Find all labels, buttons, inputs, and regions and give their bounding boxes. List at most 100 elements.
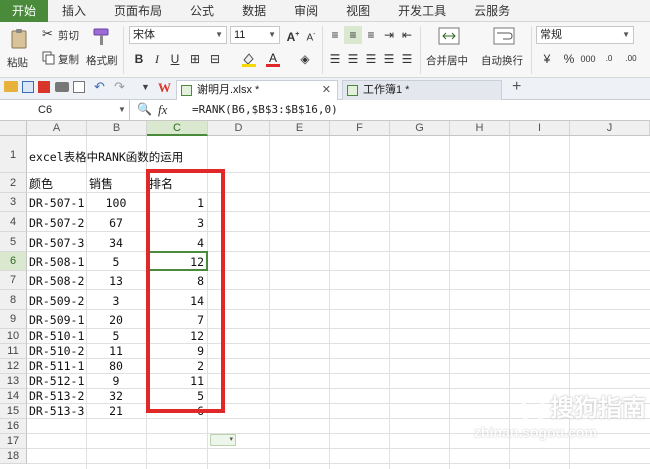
currency-icon[interactable]: ¥ — [538, 50, 556, 68]
table-cell[interactable]: DR-508-2 — [29, 274, 84, 289]
column-header[interactable]: A — [27, 121, 87, 136]
column-header[interactable]: D — [208, 121, 270, 136]
table-cell[interactable]: 80 — [89, 359, 143, 374]
table-cell[interactable]: DR-509-2 — [29, 294, 84, 309]
row-header[interactable]: 4 — [0, 212, 27, 232]
table-cell[interactable]: DR-510-2 — [29, 344, 84, 359]
decrease-font-icon[interactable]: A- — [302, 26, 320, 44]
font-name-select[interactable]: 宋体 ▼ — [129, 26, 227, 44]
zoom-icon[interactable]: 🔍 — [137, 102, 152, 116]
font-size-select[interactable]: 11 ▼ — [230, 26, 280, 44]
border-icon[interactable]: ⊞ — [186, 50, 204, 68]
table-cell[interactable]: DR-508-1 — [29, 255, 84, 270]
row-header[interactable]: 8 — [0, 290, 27, 310]
header-cell[interactable]: 销售 — [89, 177, 143, 192]
table-cell[interactable]: DR-513-3 — [29, 404, 84, 419]
column-header[interactable]: E — [270, 121, 330, 136]
print-icon[interactable] — [55, 82, 69, 92]
table-cell[interactable]: DR-507-2 — [29, 216, 84, 231]
row-header[interactable]: 12 — [0, 359, 27, 374]
row-header[interactable]: 13 — [0, 374, 27, 389]
merge-center-button[interactable]: 合并居中 — [424, 26, 476, 72]
row-header[interactable]: 11 — [0, 344, 27, 359]
formula-input[interactable]: =RANK(B6,$B$3:$B$16,0) — [192, 100, 338, 120]
column-header[interactable]: C — [147, 121, 208, 136]
column-header[interactable]: H — [450, 121, 510, 136]
new-tab-icon[interactable]: + — [512, 78, 521, 96]
align-bottom-icon[interactable]: ≡ — [362, 26, 380, 44]
table-cell[interactable]: 21 — [89, 404, 143, 419]
select-all-corner[interactable] — [0, 121, 27, 136]
row-header[interactable]: 6 — [0, 252, 27, 271]
pdf-icon[interactable] — [38, 81, 50, 93]
wrap-text-button[interactable]: 自动换行 — [480, 26, 528, 72]
table-cell[interactable]: 34 — [89, 236, 143, 251]
cut-button[interactable]: ✂ 剪切 — [42, 26, 84, 44]
align-right-icon[interactable]: ☰ — [362, 50, 380, 68]
decrease-decimal-icon[interactable]: .00 — [622, 50, 640, 68]
ribbon-tab[interactable]: 云服务 — [460, 0, 524, 22]
clear-format-icon[interactable]: ◈ — [296, 50, 314, 68]
dropdown-icon[interactable]: ▼ — [141, 82, 150, 92]
row-header[interactable]: 16 — [0, 419, 27, 434]
column-header[interactable]: F — [330, 121, 390, 136]
row-header[interactable]: 18 — [0, 449, 27, 464]
increase-decimal-icon[interactable]: .0 — [600, 50, 618, 68]
table-cell[interactable]: 5 — [89, 329, 143, 344]
table-cell[interactable]: DR-510-1 — [29, 329, 84, 344]
copy-button[interactable]: 复制 — [42, 50, 84, 68]
format-painter-button[interactable]: 格式刷 — [86, 26, 118, 72]
table-cell[interactable]: 3 — [89, 294, 143, 309]
ribbon-tab[interactable]: 开发工具 — [384, 0, 460, 22]
increase-font-icon[interactable]: A+ — [284, 26, 302, 44]
align-left-icon[interactable]: ☰ — [326, 50, 344, 68]
bold-button[interactable]: B — [130, 50, 148, 68]
row-header[interactable]: 3 — [0, 193, 27, 212]
column-header[interactable]: B — [87, 121, 147, 136]
ribbon-tab[interactable]: 公式 — [176, 0, 228, 22]
chevron-down-icon[interactable]: ▼ — [118, 105, 126, 114]
save-icon[interactable] — [22, 81, 34, 93]
underline-button[interactable]: U — [166, 50, 184, 68]
row-header[interactable]: 17 — [0, 434, 27, 449]
number-format-select[interactable]: 常规 ▼ — [536, 26, 634, 44]
row-header[interactable]: 10 — [0, 329, 27, 344]
column-header[interactable]: I — [510, 121, 570, 136]
table-cell[interactable]: 67 — [89, 216, 143, 231]
fill-color-icon[interactable] — [240, 50, 258, 68]
sheet-title-cell[interactable]: excel表格中RANK函数的运用 — [29, 150, 183, 165]
table-cell[interactable]: DR-509-1 — [29, 313, 84, 328]
row-header[interactable]: 7 — [0, 271, 27, 290]
folder-icon[interactable] — [4, 81, 18, 92]
fx-label[interactable]: fx — [158, 102, 167, 118]
table-cell[interactable]: 32 — [89, 389, 143, 404]
align-center-icon[interactable]: ☰ — [344, 50, 362, 68]
name-box[interactable]: C6 — [0, 100, 130, 120]
table-cell[interactable]: DR-512-1 — [29, 374, 84, 389]
doc-tab-inactive[interactable]: 工作簿1 * — [342, 80, 502, 100]
table-cell[interactable]: 13 — [89, 274, 143, 289]
table-cell[interactable]: 100 — [89, 196, 143, 211]
table-cell[interactable]: 20 — [89, 313, 143, 328]
row-header[interactable]: 1 — [0, 136, 27, 173]
table-cell[interactable]: DR-513-2 — [29, 389, 84, 404]
distribute-icon[interactable]: ☰ — [398, 50, 416, 68]
thousands-button[interactable]: 000 — [578, 50, 598, 68]
preview-icon[interactable] — [73, 81, 85, 93]
table-cell[interactable]: 9 — [89, 374, 143, 389]
row-header[interactable]: 9 — [0, 310, 27, 329]
align-middle-icon[interactable]: ≡ — [344, 26, 362, 44]
doc-tab-active[interactable]: 谢明月.xlsx * ✕ — [176, 80, 338, 100]
table-cell[interactable]: DR-511-1 — [29, 359, 84, 374]
ribbon-tab[interactable]: 数据 — [228, 0, 280, 22]
table-cell[interactable]: 11 — [89, 344, 143, 359]
row-header[interactable]: 5 — [0, 232, 27, 252]
column-header[interactable]: J — [570, 121, 650, 136]
italic-button[interactable]: I — [148, 50, 166, 68]
font-color-icon[interactable]: A — [264, 50, 282, 68]
row-header[interactable]: 15 — [0, 404, 27, 419]
ribbon-tab[interactable]: 插入 — [48, 0, 100, 22]
paste-button[interactable]: 粘贴 — [6, 28, 32, 74]
indent-icon[interactable]: ⇥ — [380, 26, 398, 44]
redo-icon[interactable]: ↷ — [114, 79, 125, 95]
